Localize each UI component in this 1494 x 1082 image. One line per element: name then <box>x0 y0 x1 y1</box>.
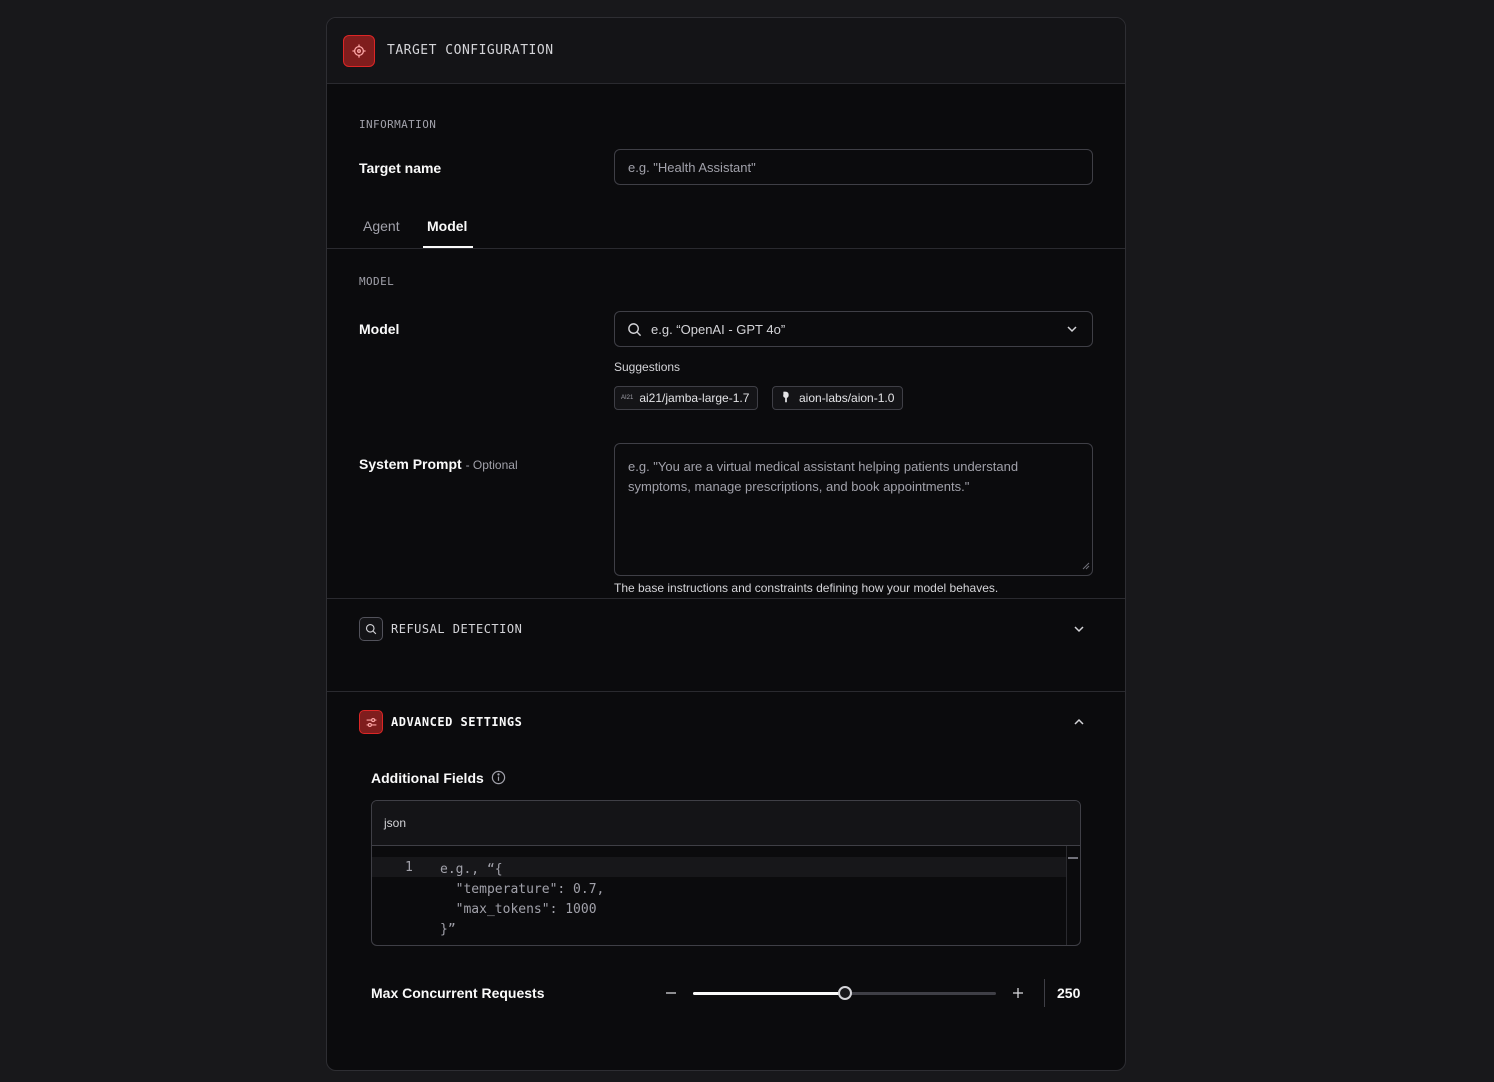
editor-scrollbar[interactable] <box>1066 846 1080 945</box>
model-label: Model <box>359 321 400 337</box>
concurrency-slider[interactable] <box>693 986 996 1000</box>
suggestions-label: Suggestions <box>614 360 681 374</box>
max-concurrent-label: Max Concurrent Requests <box>371 985 545 1001</box>
resize-handle-icon[interactable] <box>1082 558 1090 573</box>
additional-fields-label: Additional Fields <box>371 770 484 786</box>
line-number: 1 <box>405 860 413 875</box>
ai21-logo-icon: AI21 <box>621 395 634 401</box>
editor-placeholder[interactable]: e.g., “{ "temperature": 0.7, "max_tokens… <box>440 860 604 940</box>
system-prompt-textarea[interactable]: e.g. "You are a virtual medical assistan… <box>614 443 1093 576</box>
target-configuration-card: TARGET CONFIGURATION INFORMATION Target … <box>326 17 1126 1071</box>
chevron-down-icon <box>1066 323 1078 338</box>
active-tab-indicator <box>423 246 473 248</box>
slider-fill <box>693 992 845 995</box>
decrement-button[interactable] <box>661 983 681 1003</box>
max-concurrent-value[interactable]: 250 <box>1057 985 1080 1001</box>
suggestion-label: aion-labs/aion-1.0 <box>799 391 895 405</box>
increment-button[interactable] <box>1008 983 1028 1003</box>
target-name-label: Target name <box>359 160 442 176</box>
refusal-detection-title[interactable]: REFUSAL DETECTION <box>391 622 522 636</box>
target-name-input[interactable]: e.g. "Health Assistant" <box>614 149 1093 185</box>
chevron-up-icon[interactable] <box>1073 715 1085 733</box>
tab-model[interactable]: Model <box>427 218 467 234</box>
information-section-label: INFORMATION <box>359 118 437 131</box>
tab-agent[interactable]: Agent <box>363 218 400 234</box>
system-prompt-label: System Prompt - Optional <box>359 456 518 472</box>
tab-bar: Agent Model <box>327 208 1125 249</box>
scrollbar-marker <box>1068 857 1078 859</box>
slider-thumb[interactable] <box>837 986 852 1000</box>
aion-logo-icon <box>779 390 793 407</box>
system-prompt-placeholder: e.g. "You are a virtual medical assistan… <box>628 459 1019 494</box>
search-check-icon <box>359 617 383 641</box>
optional-tag: - Optional <box>465 458 518 472</box>
page-title: TARGET CONFIGURATION <box>387 43 554 58</box>
advanced-settings-title[interactable]: ADVANCED SETTINGS <box>391 715 522 729</box>
divider <box>327 691 1125 692</box>
card-header: TARGET CONFIGURATION <box>327 18 1125 84</box>
model-placeholder: e.g. “OpenAI - GPT 4o” <box>651 322 786 337</box>
suggestion-chip-aion[interactable]: aion-labs/aion-1.0 <box>772 386 904 410</box>
sliders-icon <box>359 710 383 734</box>
json-editor[interactable]: json 1 e.g., “{ "temperature": 0.7, "max… <box>371 800 1081 946</box>
editor-header: json <box>372 801 1080 846</box>
crosshair-icon <box>343 35 375 67</box>
suggestion-label: ai21/jamba-large-1.7 <box>639 391 750 405</box>
search-icon <box>627 322 642 340</box>
system-prompt-label-text: System Prompt <box>359 456 462 472</box>
model-select[interactable]: e.g. “OpenAI - GPT 4o” <box>614 311 1093 347</box>
model-section-label: MODEL <box>359 275 395 288</box>
chevron-down-icon[interactable] <box>1073 622 1085 640</box>
target-name-placeholder: e.g. "Health Assistant" <box>628 160 756 175</box>
divider <box>327 598 1125 599</box>
info-icon[interactable] <box>491 770 506 790</box>
editor-language: json <box>384 816 407 830</box>
system-prompt-hint: The base instructions and constraints de… <box>614 581 999 595</box>
suggestion-chip-jamba[interactable]: AI21 ai21/jamba-large-1.7 <box>614 386 759 410</box>
divider <box>1044 979 1045 1007</box>
